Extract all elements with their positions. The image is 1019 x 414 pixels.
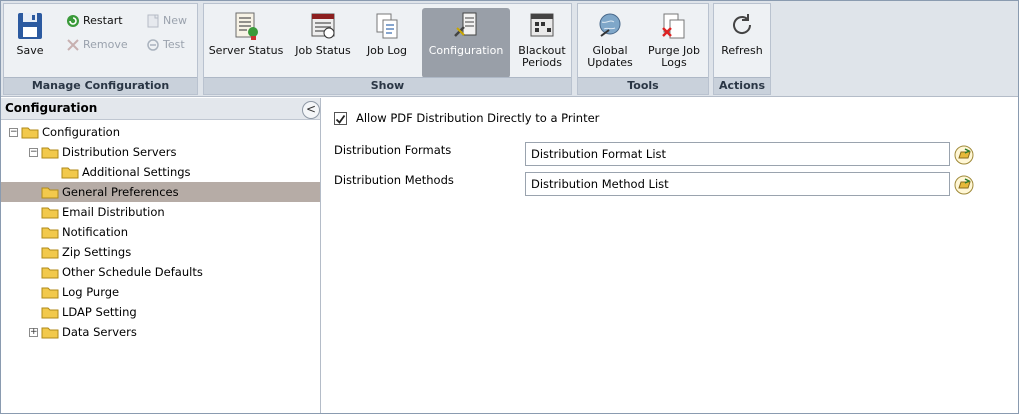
remove-label: Remove (83, 38, 128, 51)
job-log-icon (376, 13, 398, 39)
checkmark-icon (335, 114, 346, 124)
show-group-label: Show (204, 77, 571, 94)
folder-icon (41, 327, 59, 339)
test-icon (147, 39, 159, 51)
blackout-label-line2: Periods (521, 56, 563, 69)
tree-item[interactable]: Notification (1, 222, 320, 242)
folder-icon (41, 207, 59, 219)
tree-item-label: Other Schedule Defaults (62, 265, 203, 279)
refresh-label: Refresh (721, 44, 763, 57)
tree-item[interactable]: Email Distribution (1, 202, 320, 222)
restart-button[interactable]: Restart (66, 12, 123, 30)
purge-job-logs-icon (662, 13, 685, 39)
new-label: New (163, 14, 187, 27)
allow-pdf-label: Allow PDF Distribution Directly to a Pri… (356, 111, 600, 125)
folder-icon (41, 307, 59, 319)
distribution-formats-label: Distribution Formats (334, 143, 452, 157)
server-status-icon (235, 12, 258, 40)
global-updates-button[interactable]: Global Updates (582, 8, 638, 78)
tree-item-label: Data Servers (62, 325, 137, 339)
job-log-label: Job Log (366, 44, 408, 57)
server-status-label: Server Status (208, 44, 284, 57)
folder-icon (41, 147, 59, 159)
tree-item-label: General Preferences (62, 185, 179, 199)
allow-pdf-checkbox[interactable] (334, 112, 347, 125)
tree-item-label: Additional Settings (82, 165, 191, 179)
manage-configuration-group: Save Restart New Remove Test Manage Conf… (3, 3, 198, 95)
tree-item-label: Log Purge (62, 285, 120, 299)
folder-icon (41, 227, 59, 239)
configuration-tree-panel: Configuration < − Configuration − Distribut… (1, 98, 321, 413)
test-label: Test (163, 38, 185, 51)
distribution-methods-browse-icon[interactable] (954, 175, 974, 195)
tree-item-label: Configuration (42, 125, 120, 139)
new-button[interactable]: New (146, 12, 187, 30)
folder-icon (21, 127, 39, 139)
test-button[interactable]: Test (146, 36, 185, 54)
global-updates-icon (599, 13, 621, 37)
settings-panel: Allow PDF Distribution Directly to a Pri… (322, 98, 1018, 413)
panel-title: Configuration (1, 98, 320, 120)
tree-expander-icon[interactable]: − (29, 148, 38, 157)
purge-job-logs-button[interactable]: Purge Job Logs (644, 8, 704, 78)
tree-item-label: Distribution Servers (62, 145, 177, 159)
distribution-methods-field[interactable]: Distribution Method List (525, 172, 950, 196)
tree-item[interactable]: + Data Servers (1, 322, 320, 342)
tree-item-label: Notification (62, 225, 128, 239)
folder-icon (61, 167, 79, 179)
configuration-icon (454, 12, 477, 37)
tree-item[interactable]: Additional Settings (1, 162, 320, 182)
refresh-icon (733, 14, 752, 34)
tree-item[interactable]: General Preferences (1, 182, 320, 202)
remove-button[interactable]: Remove (66, 36, 128, 54)
manage-configuration-label: Manage Configuration (4, 77, 197, 94)
tree-item-label: LDAP Setting (62, 305, 137, 319)
distribution-formats-field[interactable]: Distribution Format List (525, 142, 950, 166)
tree-item[interactable]: LDAP Setting (1, 302, 320, 322)
save-icon (18, 13, 42, 39)
tree-item[interactable]: − Configuration (1, 122, 320, 142)
blackout-periods-icon (530, 13, 554, 37)
distribution-methods-label: Distribution Methods (334, 173, 454, 187)
tree-item[interactable]: Zip Settings (1, 242, 320, 262)
configuration-button[interactable]: Configuration (422, 8, 510, 78)
configuration-label: Configuration (428, 44, 504, 57)
remove-icon (67, 39, 79, 51)
tools-group-label: Tools (578, 77, 708, 94)
job-status-button[interactable]: Job Status (292, 8, 354, 78)
purge-job-logs-line2: Logs (661, 56, 687, 69)
tree-item-label: Zip Settings (62, 245, 132, 259)
actions-group-label: Actions (714, 77, 770, 94)
job-status-label: Job Status (295, 44, 351, 57)
folder-icon (41, 187, 59, 199)
save-label: Save (16, 44, 44, 57)
job-status-icon (311, 13, 335, 39)
server-status-button[interactable]: Server Status (208, 8, 284, 78)
job-log-button[interactable]: Job Log (362, 8, 412, 78)
folder-icon (41, 287, 59, 299)
app-window: Save Restart New Remove Test Manage Conf… (0, 0, 1019, 414)
distribution-formats-browse-icon[interactable] (954, 145, 974, 165)
tree-expander-icon[interactable]: + (29, 328, 38, 337)
new-icon (147, 14, 159, 28)
tree-item-label: Email Distribution (62, 205, 165, 219)
ribbon-toolbar: Save Restart New Remove Test Manage Conf… (1, 1, 1018, 97)
restart-icon (67, 15, 79, 27)
save-button[interactable]: Save (8, 8, 52, 78)
actions-group: Refresh Actions (713, 3, 771, 95)
collapse-panel-button[interactable]: < (302, 101, 320, 119)
folder-icon (41, 247, 59, 259)
refresh-button[interactable]: Refresh (718, 8, 766, 78)
tree-item[interactable]: Log Purge (1, 282, 320, 302)
global-updates-line2: Updates (587, 56, 633, 69)
show-group: Server Status Job Status Job Log Configu… (203, 3, 572, 95)
tools-group: Global Updates Purge Job Logs Tools (577, 3, 709, 95)
restart-label: Restart (83, 14, 123, 27)
blackout-periods-button[interactable]: Blackout Periods (516, 8, 568, 78)
folder-icon (41, 267, 59, 279)
tree-item[interactable]: Other Schedule Defaults (1, 262, 320, 282)
tree-expander-icon[interactable]: − (9, 128, 18, 137)
tree-item[interactable]: − Distribution Servers (1, 142, 320, 162)
